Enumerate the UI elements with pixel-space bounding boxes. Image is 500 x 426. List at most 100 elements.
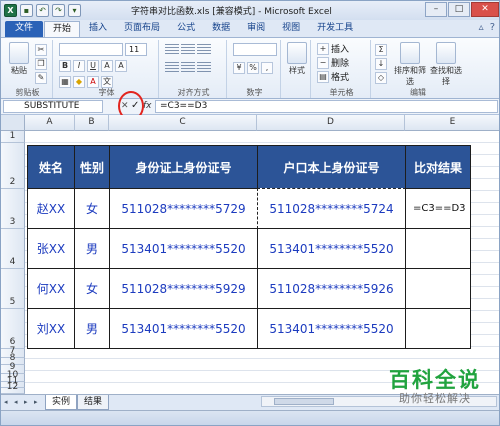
header-cell-result[interactable]: 比对结果 xyxy=(405,145,471,189)
table-cell[interactable]: 513401********5520 xyxy=(257,228,406,269)
style-button[interactable]: 样式 xyxy=(285,42,309,76)
percent-icon[interactable]: % xyxy=(247,62,259,74)
editing-label: 编辑 xyxy=(410,88,426,97)
prev-sheet-icon[interactable]: ◂ xyxy=(14,398,22,407)
tab-data[interactable]: 数据 xyxy=(204,21,238,37)
column-header-e[interactable]: E xyxy=(405,115,499,131)
tab-formulas[interactable]: 公式 xyxy=(169,21,203,37)
table-cell[interactable] xyxy=(405,268,471,309)
close-button[interactable]: ✕ xyxy=(471,2,499,17)
redo-icon[interactable]: ↷ xyxy=(52,4,65,17)
grow-font-icon[interactable]: A xyxy=(101,60,113,72)
header-cell-gender[interactable]: 性别 xyxy=(74,145,110,189)
minimize-button[interactable]: – xyxy=(425,2,447,17)
last-sheet-icon[interactable]: ▸ xyxy=(34,398,42,407)
tab-insert[interactable]: 插入 xyxy=(81,21,115,37)
next-sheet-icon[interactable]: ▸ xyxy=(24,398,32,407)
table-cell[interactable]: 511028********5929 xyxy=(109,268,258,309)
autosum-icon[interactable]: Σ xyxy=(375,44,387,56)
table-cell[interactable]: 何XX xyxy=(27,268,75,309)
row-header-5[interactable]: 5 xyxy=(1,269,25,309)
bold-icon[interactable]: B xyxy=(59,60,71,72)
group-style: 样式 xyxy=(283,40,311,98)
header-cell-id-card[interactable]: 身份证上身份证号 xyxy=(109,145,258,189)
table-cell[interactable]: 女 xyxy=(74,268,110,309)
column-header-a[interactable]: A xyxy=(25,115,75,131)
column-header-c[interactable]: C xyxy=(109,115,257,131)
align-left-icon[interactable] xyxy=(165,62,179,74)
row-header-1[interactable]: 1 xyxy=(1,131,25,143)
align-bottom-icon[interactable] xyxy=(197,44,211,56)
table-cell[interactable]: 511028********5926 xyxy=(257,268,406,309)
table-cell[interactable]: 男 xyxy=(74,308,110,349)
undo-icon[interactable]: ↶ xyxy=(36,4,49,17)
clear-icon[interactable]: ◇ xyxy=(375,72,387,84)
sheet-tab-example[interactable]: 实例 xyxy=(45,395,78,410)
font-label: 字体 xyxy=(98,88,115,97)
ribbon-extra-controls: ▵ ? xyxy=(479,22,495,33)
table-cell[interactable]: 511028********5729 xyxy=(109,188,258,229)
table-cell[interactable]: 女 xyxy=(74,188,110,229)
column-header-d[interactable]: D xyxy=(257,115,405,131)
find-select-button[interactable]: 查找和选择 xyxy=(429,42,463,87)
customize-qat-icon[interactable]: ▾ xyxy=(68,4,81,17)
align-top-icon[interactable] xyxy=(165,44,179,56)
horizontal-scroll-thumb[interactable] xyxy=(274,398,334,405)
table-cell[interactable]: 张XX xyxy=(27,228,75,269)
font-name-combo[interactable] xyxy=(59,43,123,56)
first-sheet-icon[interactable]: ◂ xyxy=(4,398,12,407)
comma-icon[interactable]: , xyxy=(261,62,273,74)
save-icon[interactable]: ▪ xyxy=(20,4,33,17)
tab-review[interactable]: 审阅 xyxy=(239,21,273,37)
format-cells-button[interactable]: ▤ 格式 xyxy=(317,70,349,83)
formula-input[interactable]: =C3==D3 xyxy=(155,100,498,113)
active-formula-cell[interactable]: =C3==D3 xyxy=(405,188,471,229)
paste-button[interactable]: 粘贴 xyxy=(7,42,31,76)
select-all-corner[interactable] xyxy=(1,115,25,131)
fill-icon[interactable]: ↓ xyxy=(375,58,387,70)
row-header-2[interactable]: 2 xyxy=(1,143,25,189)
align-middle-icon[interactable] xyxy=(181,44,195,56)
header-cell-household-id[interactable]: 户口本上身份证号 xyxy=(257,145,406,189)
table-cell[interactable]: 刘XX xyxy=(27,308,75,349)
name-box[interactable]: SUBSTITUTE xyxy=(3,100,103,113)
help-icon[interactable]: ? xyxy=(490,22,495,33)
table-cell[interactable] xyxy=(405,308,471,349)
tab-page-layout[interactable]: 页面布局 xyxy=(116,21,168,37)
sheet-tab-result[interactable]: 结果 xyxy=(77,395,110,410)
align-right-icon[interactable] xyxy=(197,62,211,74)
row-header-4[interactable]: 4 xyxy=(1,229,25,269)
insert-cells-button[interactable]: + 插入 xyxy=(317,42,349,55)
row-header-6[interactable]: 6 xyxy=(1,309,25,349)
row-header-3[interactable]: 3 xyxy=(1,189,25,229)
cut-icon[interactable]: ✂ xyxy=(35,44,47,56)
copied-reference-cell[interactable]: 511028********5724 xyxy=(257,188,406,229)
tab-view[interactable]: 视图 xyxy=(274,21,308,37)
table-cell[interactable]: 513401********5520 xyxy=(257,308,406,349)
shrink-font-icon[interactable]: A xyxy=(115,60,127,72)
tab-file[interactable]: 文件 xyxy=(5,21,44,37)
sort-filter-button[interactable]: 排序和筛选 xyxy=(393,42,427,87)
copy-icon[interactable]: ❐ xyxy=(35,58,47,70)
table-cell[interactable]: 513401********5520 xyxy=(109,228,258,269)
table-cell[interactable]: 男 xyxy=(74,228,110,269)
delete-cells-button[interactable]: − 删除 xyxy=(317,56,349,69)
column-header-b[interactable]: B xyxy=(75,115,109,131)
underline-icon[interactable]: U xyxy=(87,60,99,72)
format-painter-icon[interactable]: ✎ xyxy=(35,72,47,84)
tab-home[interactable]: 开始 xyxy=(44,21,81,37)
header-cell-name[interactable]: 姓名 xyxy=(27,145,75,189)
ribbon-minimize-icon[interactable]: ▵ xyxy=(479,22,484,33)
number-format-combo[interactable] xyxy=(233,43,277,56)
insert-function-icon[interactable]: fx xyxy=(143,101,152,111)
currency-icon[interactable]: ¥ xyxy=(233,62,245,74)
table-cell[interactable] xyxy=(405,228,471,269)
font-size-combo[interactable]: 11 xyxy=(125,43,147,56)
table-cell[interactable]: 513401********5520 xyxy=(109,308,258,349)
maximize-button[interactable]: □ xyxy=(448,2,470,17)
table-cell[interactable]: 赵XX xyxy=(27,188,75,229)
align-center-icon[interactable] xyxy=(181,62,195,74)
italic-icon[interactable]: I xyxy=(73,60,85,72)
tab-developer[interactable]: 开发工具 xyxy=(309,21,361,37)
format-cells-icon: ▤ xyxy=(317,70,329,83)
